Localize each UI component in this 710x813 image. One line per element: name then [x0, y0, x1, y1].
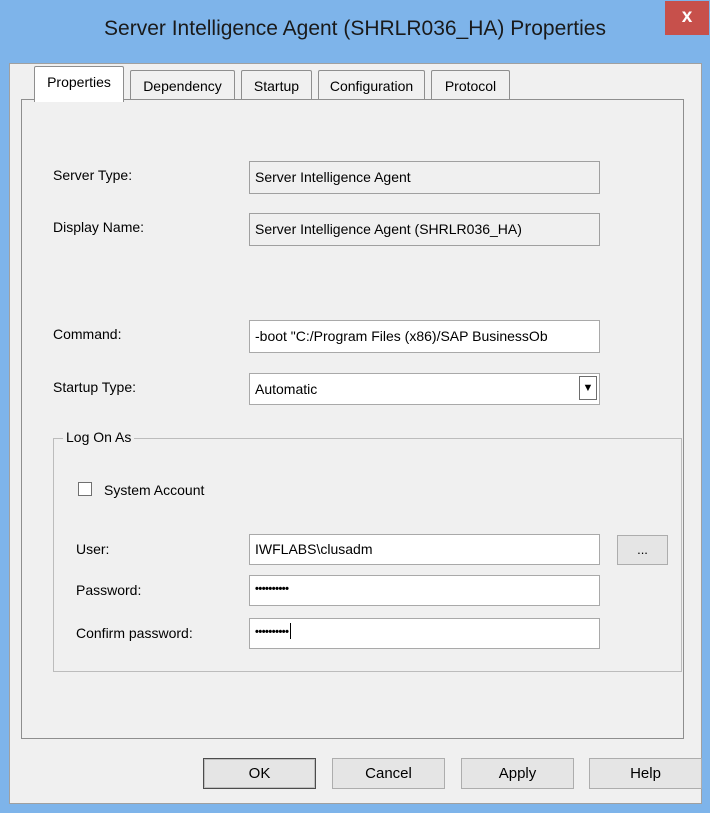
system-account-label[interactable]: System Account: [104, 482, 204, 498]
tab-configuration[interactable]: Configuration: [318, 70, 425, 102]
startup-type-label: Startup Type:: [53, 379, 137, 395]
close-button[interactable]: x: [665, 1, 709, 35]
user-label: User:: [76, 541, 110, 557]
password-mask: ••••••••••: [255, 583, 289, 595]
tab-properties[interactable]: Properties: [34, 66, 124, 102]
tab-properties-label: Properties: [47, 74, 111, 90]
cancel-button[interactable]: Cancel: [332, 758, 445, 789]
confirm-password-input[interactable]: ••••••••••: [249, 618, 600, 649]
tab-configuration-label: Configuration: [329, 78, 414, 94]
text-caret: [289, 623, 291, 640]
browse-user-button[interactable]: ...: [617, 535, 668, 565]
tab-dependency-label: Dependency: [143, 78, 222, 94]
help-button[interactable]: Help: [589, 758, 702, 789]
confirm-password-label: Confirm password:: [76, 625, 193, 641]
command-input[interactable]: -boot "C:/Program Files (x86)/SAP Busine…: [249, 320, 600, 353]
tab-startup-label: Startup: [253, 78, 300, 94]
dropdown-arrow-icon[interactable]: ▼: [579, 376, 597, 400]
startup-type-select[interactable]: Automatic ▼: [249, 373, 600, 405]
password-label: Password:: [76, 582, 142, 598]
tab-dependency[interactable]: Dependency: [130, 70, 235, 102]
server-type-field: Server Intelligence Agent: [249, 161, 600, 194]
title-bar[interactable]: Server Intelligence Agent (SHRLR036_HA) …: [0, 0, 710, 62]
server-type-label: Server Type:: [53, 167, 133, 183]
close-icon: x: [681, 6, 693, 27]
log-on-as-title: Log On As: [63, 429, 135, 445]
window-title: Server Intelligence Agent (SHRLR036_HA) …: [104, 17, 606, 40]
command-label: Command:: [53, 326, 122, 342]
tab-protocol[interactable]: Protocol: [431, 70, 510, 102]
user-input[interactable]: IWFLABS\clusadm: [249, 534, 600, 565]
confirm-password-mask: ••••••••••: [255, 626, 289, 638]
ok-button[interactable]: OK: [203, 758, 316, 789]
system-account-checkbox[interactable]: [78, 482, 92, 496]
display-name-field: Server Intelligence Agent (SHRLR036_HA): [249, 213, 600, 246]
display-name-label: Display Name:: [53, 219, 145, 235]
tab-startup[interactable]: Startup: [241, 70, 312, 102]
apply-button[interactable]: Apply: [461, 758, 574, 789]
ellipsis-icon: ...: [637, 542, 648, 557]
password-input[interactable]: ••••••••••: [249, 575, 600, 606]
properties-dialog: Server Intelligence Agent (SHRLR036_HA) …: [0, 0, 710, 813]
tab-protocol-label: Protocol: [444, 78, 497, 94]
startup-type-value: Automatic: [255, 381, 318, 397]
